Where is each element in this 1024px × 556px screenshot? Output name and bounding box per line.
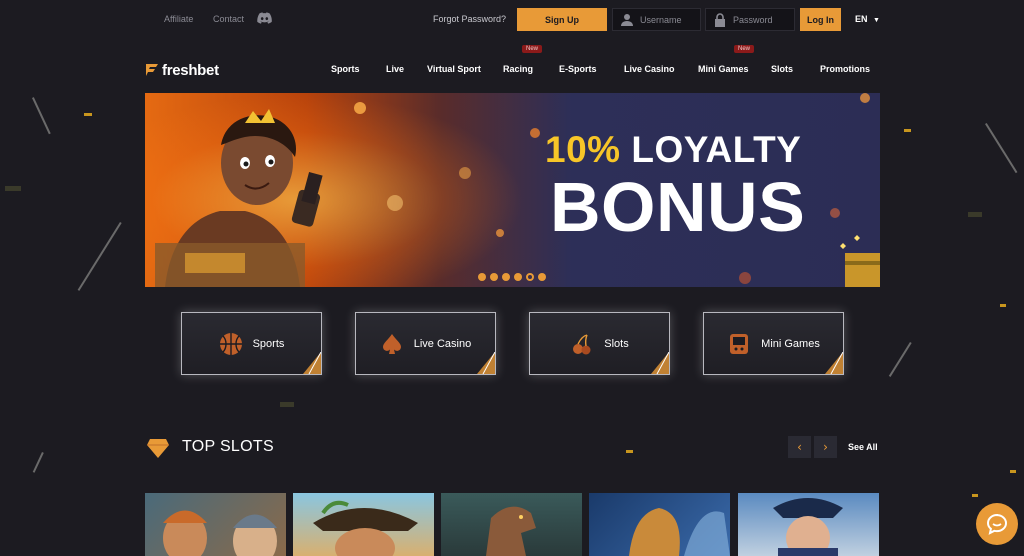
decorative-streak (32, 97, 51, 135)
signup-button[interactable]: Sign Up (517, 8, 607, 31)
banner-headline: 10% LOYALTY (545, 129, 801, 171)
chevron-right-icon: › (823, 440, 828, 454)
confetti (904, 129, 911, 132)
language-selector[interactable]: EN ▼ (855, 14, 880, 24)
category-mini-games[interactable]: Mini Games (703, 312, 844, 375)
category-label: Sports (252, 337, 285, 350)
decorative-streak (32, 452, 44, 473)
confetti (5, 186, 21, 191)
carousel-dot[interactable] (478, 273, 486, 281)
promo-banner[interactable]: 10% LOYALTY BONUS (145, 93, 880, 287)
slot-thumbnail[interactable] (589, 493, 730, 556)
category-label: Slots (604, 337, 629, 350)
chevron-left-icon: ‹ (797, 440, 802, 454)
nav-racing[interactable]: Racing (503, 64, 533, 74)
affiliate-link[interactable]: Affiliate (164, 14, 193, 24)
password-field (705, 8, 795, 31)
decorative-streak (77, 222, 122, 291)
slot-artwork (313, 500, 418, 556)
cherry-icon (573, 333, 591, 354)
slot-artwork (773, 498, 843, 556)
new-badge-mini-games: New (734, 45, 755, 53)
category-label: Live Casino (413, 337, 472, 350)
category-slots[interactable]: Slots (529, 312, 670, 375)
basketball-icon (219, 332, 242, 355)
logo-mark-icon (146, 64, 158, 76)
carousel-dot[interactable] (490, 273, 498, 281)
confetti (280, 402, 294, 407)
slot-thumbnail[interactable] (738, 493, 879, 556)
discord-icon[interactable] (257, 12, 272, 24)
slot-artwork (163, 510, 277, 556)
new-badge-racing: New (522, 45, 543, 53)
category-live-casino[interactable]: Live Casino (355, 312, 496, 375)
corner-arrow-icon (651, 352, 669, 374)
slot-artwork (486, 506, 536, 556)
banner-loyalty: LOYALTY (631, 129, 802, 170)
decorative-streak (985, 122, 1018, 174)
confetti (968, 212, 982, 217)
top-bar: Affiliate Contact Forgot Password? Sign … (0, 8, 1024, 32)
nav-promotions[interactable]: Promotions (820, 64, 870, 74)
user-icon (621, 13, 633, 26)
decorative-streak (888, 342, 912, 377)
slots-prev-button[interactable]: ‹ (788, 436, 811, 458)
login-button[interactable]: Log In (800, 8, 841, 31)
confetti (626, 450, 633, 453)
category-label: Mini Games (761, 337, 820, 350)
brand-logo[interactable]: freshbet (144, 60, 219, 80)
see-all-link[interactable]: See All (848, 442, 878, 452)
nav-mini-games[interactable]: Mini Games (698, 64, 749, 74)
username-input[interactable] (640, 14, 700, 25)
carousel-dot[interactable] (502, 273, 510, 281)
confetti (1000, 304, 1006, 307)
carousel-dot[interactable] (514, 273, 522, 281)
nav-virtual-sport[interactable]: Virtual Sport (427, 64, 481, 74)
slot-thumbnail[interactable] (145, 493, 286, 556)
spade-icon (382, 333, 401, 354)
lock-icon (715, 12, 725, 27)
banner-percent: 10% (545, 129, 621, 170)
slots-next-button[interactable]: › (814, 436, 837, 458)
category-sports[interactable]: Sports (181, 312, 322, 375)
top-slots-title: TOP SLOTS (182, 438, 274, 455)
confetti (1010, 470, 1016, 473)
nav-slots[interactable]: Slots (771, 64, 793, 74)
carousel-dot-active[interactable] (526, 273, 534, 281)
nav-esports[interactable]: E-Sports (559, 64, 597, 74)
banner-bonus: BONUS (550, 168, 806, 246)
nav-live-casino[interactable]: Live Casino (624, 64, 675, 74)
carousel-dots (478, 273, 546, 281)
corner-arrow-icon (477, 352, 495, 374)
nav-sports[interactable]: Sports (331, 64, 360, 74)
game-console-icon (730, 333, 749, 354)
slot-artwork (629, 508, 730, 556)
password-input[interactable] (733, 14, 793, 25)
carousel-dot[interactable] (538, 273, 546, 281)
gem-icon (147, 439, 169, 458)
logo-text: freshbet (162, 61, 219, 79)
caret-down-icon: ▼ (873, 17, 880, 24)
corner-arrow-icon (825, 352, 843, 374)
slot-thumbnail[interactable] (441, 493, 582, 556)
username-field (612, 8, 701, 31)
confetti (972, 494, 978, 497)
corner-arrow-icon (303, 352, 321, 374)
slot-thumbnail[interactable] (293, 493, 434, 556)
confetti (84, 113, 92, 116)
nav-live[interactable]: Live (386, 64, 404, 74)
forgot-password-link[interactable]: Forgot Password? (433, 14, 506, 24)
contact-link[interactable]: Contact (213, 14, 244, 24)
live-chat-button[interactable] (976, 503, 1018, 545)
language-label: EN (855, 14, 868, 24)
chat-bubble-icon (986, 513, 1008, 535)
